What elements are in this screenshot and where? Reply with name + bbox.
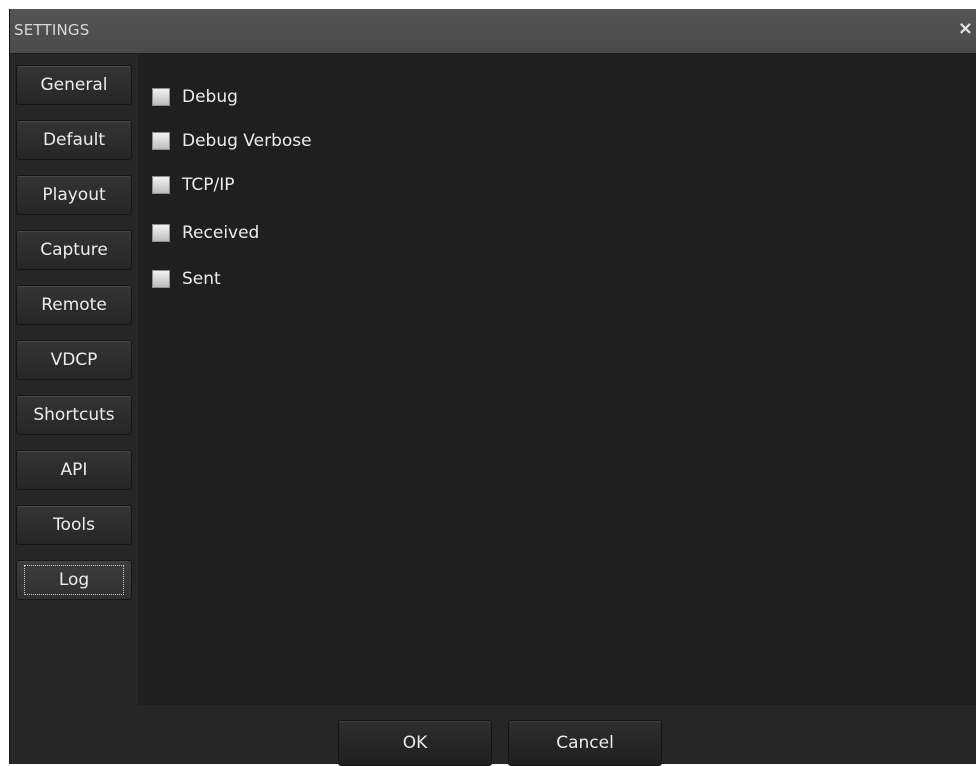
sidebar-item-shortcuts[interactable]: Shortcuts [16,395,132,435]
sidebar-item-label: Playout [42,185,106,205]
sidebar-item-label: Log [24,565,124,595]
sidebar-item-label: Default [42,130,106,150]
debug-verbose-checkbox[interactable]: Debug Verbose [152,130,312,152]
sidebar-item-label: Shortcuts [33,405,115,425]
sent-checkbox[interactable]: Sent [152,268,221,290]
sidebar-item-vdcp[interactable]: VDCP [16,340,132,380]
title-bar[interactable]: SETTINGS × [10,9,976,54]
checkbox-icon[interactable] [152,88,170,106]
checkbox-icon[interactable] [152,132,170,150]
cancel-button[interactable]: Cancel [508,720,662,766]
sidebar-item-api[interactable]: API [16,450,132,490]
checkbox-icon[interactable] [152,224,170,242]
close-icon[interactable]: × [958,20,973,38]
sidebar-item-remote[interactable]: Remote [16,285,132,325]
checkbox-label: Debug [182,87,238,107]
checkbox-label: TCP/IP [182,175,235,195]
sidebar-item-label: API [60,460,88,480]
sidebar-item-default[interactable]: Default [16,120,132,160]
ok-button[interactable]: OK [338,720,492,766]
dialog-footer: OK Cancel [10,705,976,766]
sidebar-item-label: Remote [41,295,107,315]
received-checkbox[interactable]: Received [152,222,259,244]
checkbox-icon[interactable] [152,176,170,194]
debug-checkbox[interactable]: Debug [152,86,238,108]
sidebar-item-capture[interactable]: Capture [16,230,132,270]
sidebar-item-label: Tools [53,515,95,535]
checkbox-label: Debug Verbose [182,131,312,151]
tcp-ip-checkbox[interactable]: TCP/IP [152,174,235,196]
sidebar-item-log[interactable]: Log [16,560,132,600]
sidebar-item-label: Capture [40,240,108,260]
sidebar-item-tools[interactable]: Tools [16,505,132,545]
settings-window: SETTINGS × General Default Playout Captu… [9,9,976,766]
sidebar-item-label: VDCP [50,350,98,370]
settings-sidebar: General Default Playout Capture Remote V… [10,54,138,764]
log-settings-panel: Debug Debug Verbose TCP/IP Received Sent [138,54,976,705]
checkbox-label: Sent [182,269,221,289]
sidebar-item-playout[interactable]: Playout [16,175,132,215]
sidebar-item-label: General [40,75,108,95]
window-title: SETTINGS [14,21,90,39]
sidebar-item-general[interactable]: General [16,65,132,105]
checkbox-label: Received [182,223,260,243]
checkbox-icon[interactable] [152,270,170,288]
